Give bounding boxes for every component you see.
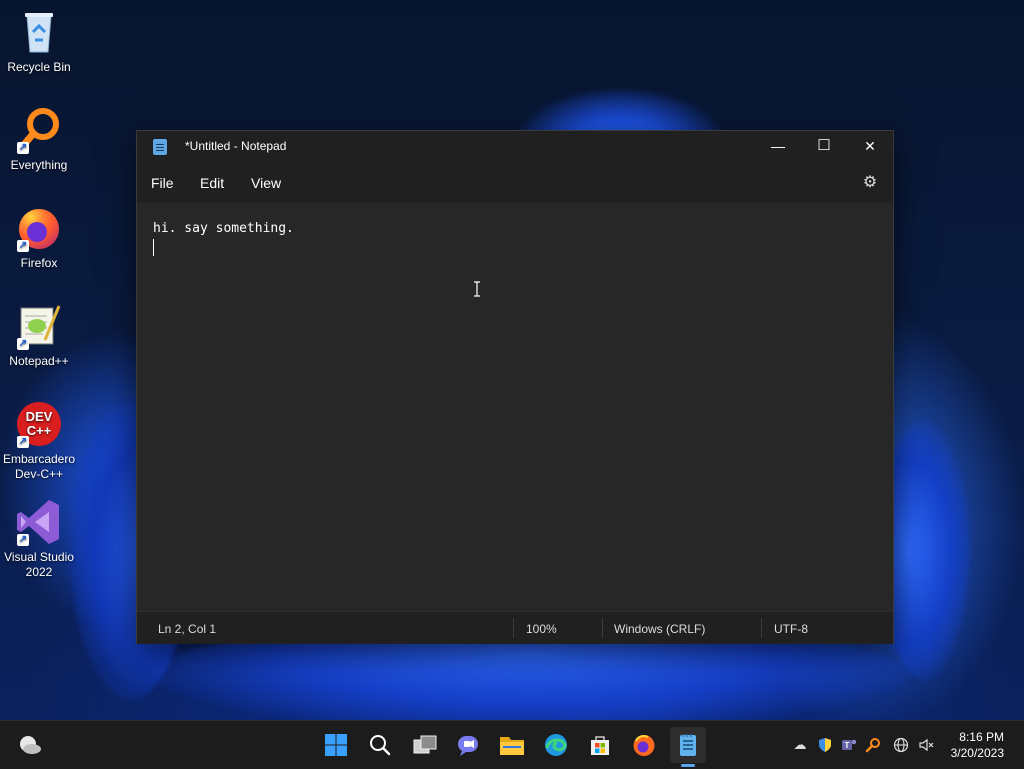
desktop-icon-label: Recycle Bin [7, 60, 71, 74]
chat-button[interactable] [450, 727, 486, 763]
notepad-icon [153, 139, 167, 155]
defender-shield-icon[interactable] [817, 737, 833, 753]
taskbar: ☁ T 8:16 PM 3/20/2023 [0, 720, 1024, 769]
recycle-bin-icon [15, 8, 63, 56]
firefox-icon: ↗ [15, 204, 63, 252]
status-divider [602, 618, 603, 638]
notepad-plus-plus-icon: ↗ [15, 302, 63, 350]
everything-tray-icon[interactable] [865, 737, 881, 753]
notepad-window[interactable]: *Untitled - Notepad — ☐ ✕ File Edit View… [136, 130, 894, 644]
status-cursor-position: Ln 2, Col 1 [158, 622, 217, 636]
close-button[interactable]: ✕ [847, 131, 893, 163]
edge-button[interactable] [538, 727, 574, 763]
start-button[interactable] [318, 727, 354, 763]
everything-search-icon: ↗ [15, 106, 63, 154]
task-view-button[interactable] [407, 727, 443, 763]
desktop-icon-label: Notepad++ [9, 354, 69, 368]
desktop-icon-notepad-plus-plus[interactable]: ↗ Notepad++ [0, 302, 78, 369]
edge-icon [545, 734, 567, 756]
search-button[interactable] [362, 727, 398, 763]
weather-cloud-icon [20, 736, 41, 754]
desktop-icon-label: Firefox [20, 256, 58, 270]
shortcut-arrow-icon: ↗ [17, 338, 29, 350]
active-app-indicator [681, 764, 695, 767]
store-icon [591, 736, 609, 755]
maximize-button[interactable]: ☐ [801, 131, 847, 163]
firefox-taskbar-button[interactable] [626, 727, 662, 763]
text-editor-area[interactable]: hi. say something. [137, 203, 893, 611]
teams-icon[interactable]: T [841, 737, 857, 753]
desktop-icon-devcpp[interactable]: DEV C++ ↗ Embarcadero Dev-C++ [0, 400, 78, 482]
svg-text:DEV: DEV [26, 409, 53, 424]
search-icon [370, 735, 391, 756]
clock-time: 8:16 PM [959, 730, 1004, 744]
desktop-icon-visual-studio[interactable]: ↗ Visual Studio 2022 [0, 498, 78, 580]
notepad-taskbar-button[interactable] [670, 727, 706, 767]
desktop-icon-everything[interactable]: ↗ Everything [0, 106, 78, 173]
status-encoding: UTF-8 [774, 622, 808, 636]
text-caret [153, 239, 154, 256]
menu-file[interactable]: File [151, 175, 174, 191]
svg-text:T: T [845, 741, 850, 750]
menu-edit[interactable]: Edit [200, 175, 224, 191]
shortcut-arrow-icon: ↗ [17, 534, 29, 546]
desktop-icon-label: Visual Studio 2022 [4, 550, 74, 579]
window-title: *Untitled - Notepad [185, 139, 287, 153]
settings-gear-icon[interactable]: ⚙ [861, 174, 879, 192]
shortcut-arrow-icon: ↗ [17, 436, 29, 448]
weather-widget[interactable] [14, 729, 46, 761]
devcpp-icon: DEV C++ ↗ [15, 400, 63, 448]
status-bar: Ln 2, Col 1 100% Windows (CRLF) UTF-8 [137, 611, 893, 644]
menu-bar: File Edit View ⚙ [137, 163, 893, 203]
desktop-icon-firefox[interactable]: ↗ Firefox [0, 204, 78, 271]
ibeam-cursor-icon [474, 281, 480, 297]
firefox-icon [633, 735, 655, 756]
svg-text:C++: C++ [27, 423, 52, 438]
status-divider [761, 618, 762, 638]
minimize-button[interactable]: — [755, 131, 801, 163]
status-line-ending: Windows (CRLF) [614, 622, 706, 636]
status-zoom: 100% [526, 622, 557, 636]
visual-studio-icon: ↗ [15, 498, 63, 546]
system-clock[interactable]: 8:16 PM 3/20/2023 [951, 729, 1004, 761]
onedrive-offline-icon[interactable]: ☁ [792, 737, 808, 753]
task-view-icon [413, 735, 437, 754]
notepad-icon [680, 734, 696, 756]
shortcut-arrow-icon: ↗ [17, 142, 29, 154]
desktop-icon-label: Embarcadero Dev-C++ [2, 452, 76, 481]
shortcut-arrow-icon: ↗ [17, 240, 29, 252]
store-button[interactable] [582, 727, 618, 763]
title-bar[interactable]: *Untitled - Notepad — ☐ ✕ [137, 131, 893, 163]
clock-date: 3/20/2023 [950, 746, 1004, 760]
chat-icon [458, 736, 478, 756]
file-explorer-icon [500, 737, 524, 755]
status-divider [513, 618, 514, 638]
network-globe-icon[interactable] [893, 737, 909, 753]
volume-muted-icon[interactable] [918, 737, 934, 753]
desktop-icon-label: Everything [10, 158, 68, 172]
editor-content: hi. say something. [153, 221, 294, 236]
file-explorer-button[interactable] [494, 727, 530, 763]
desktop-icon-recycle-bin[interactable]: Recycle Bin [0, 8, 78, 75]
menu-view[interactable]: View [251, 175, 281, 191]
start-icon [325, 734, 347, 756]
